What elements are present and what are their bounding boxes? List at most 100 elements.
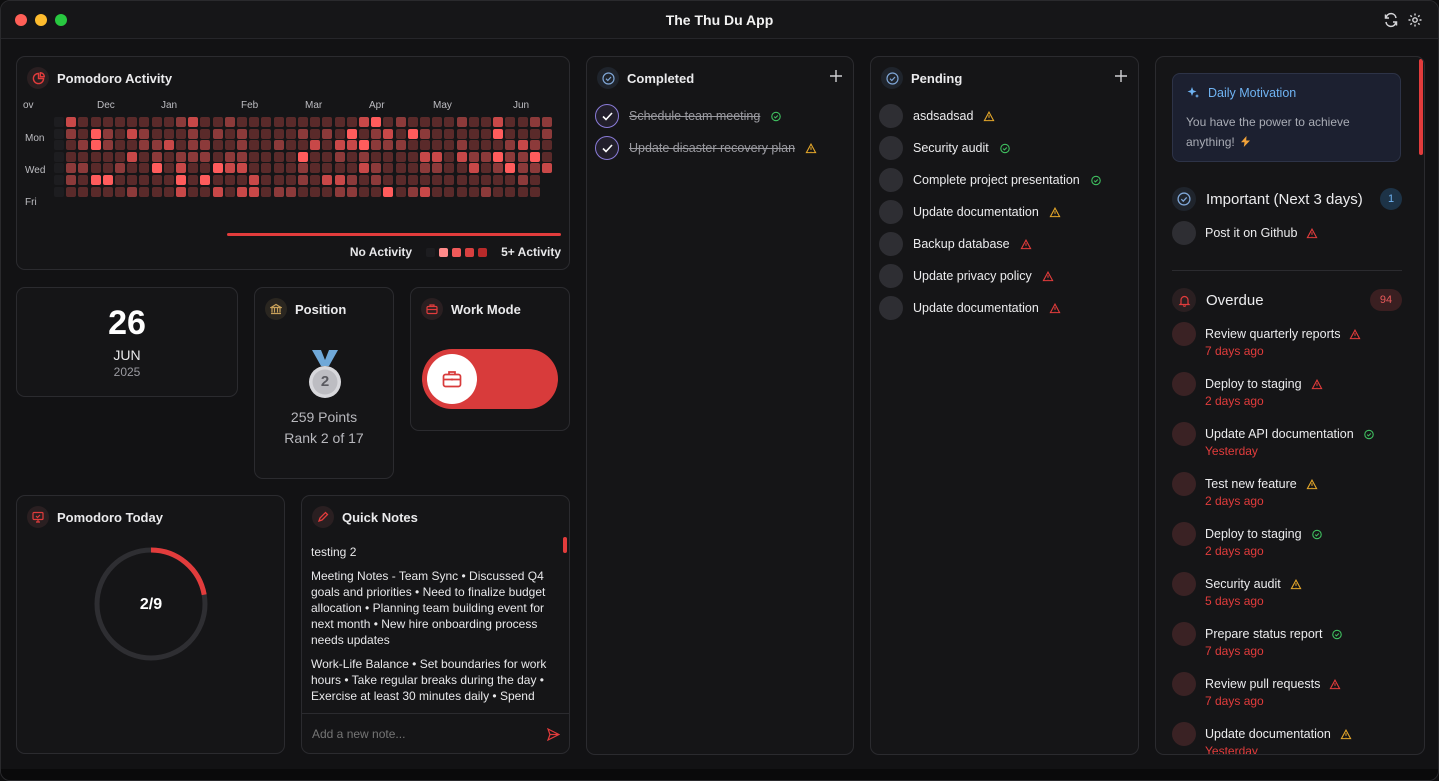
heatmap-cell[interactable] [493, 175, 504, 185]
note-item[interactable]: Meeting Notes - Team Sync • Discussed Q4… [311, 568, 557, 648]
heatmap-cell[interactable] [420, 163, 430, 174]
heatmap-cell[interactable] [322, 140, 333, 151]
heatmap-cell[interactable] [359, 140, 369, 151]
heatmap-cell[interactable] [115, 117, 125, 127]
heatmap-cell[interactable] [237, 128, 247, 139]
heatmap-cell[interactable] [481, 117, 491, 127]
heatmap-cell[interactable] [371, 186, 382, 197]
heatmap-cell[interactable] [298, 175, 308, 185]
heatmap-cell[interactable] [78, 186, 89, 197]
heatmap-cell[interactable] [395, 175, 406, 185]
heatmap-cell[interactable] [407, 151, 418, 162]
heatmap-cell[interactable] [163, 163, 174, 174]
heatmap-cell[interactable] [139, 151, 150, 162]
heatmap-cell[interactable] [273, 151, 284, 162]
heatmap-cell[interactable] [102, 117, 113, 127]
heatmap-cell[interactable] [298, 186, 308, 197]
heatmap-cell[interactable] [468, 175, 479, 185]
task-checkbox[interactable] [1172, 472, 1196, 496]
heatmap-cell[interactable] [285, 186, 296, 197]
heatmap-cell[interactable] [139, 128, 150, 139]
heatmap-cell[interactable] [151, 163, 162, 174]
heatmap-cell[interactable] [371, 128, 382, 139]
heatmap-cell[interactable] [285, 151, 296, 162]
heatmap-cell[interactable] [359, 186, 369, 197]
task-checkbox[interactable] [1172, 722, 1196, 746]
heatmap-cell[interactable] [188, 175, 199, 185]
heatmap-cell[interactable] [481, 151, 491, 162]
note-item[interactable]: testing 2 [311, 544, 557, 560]
heatmap-cell[interactable] [151, 186, 162, 197]
heatmap-cell[interactable] [517, 117, 528, 127]
heatmap-cell[interactable] [249, 175, 260, 185]
heatmap-cell[interactable] [529, 175, 540, 185]
heatmap-cell[interactable] [212, 151, 223, 162]
heatmap-cell[interactable] [407, 186, 418, 197]
overdue-task-item[interactable]: Update documentation Yesterday [1172, 722, 1402, 754]
completed-task-item[interactable]: Update disaster recovery plan [595, 136, 817, 160]
heatmap-cell[interactable] [456, 186, 467, 197]
heatmap-cell[interactable] [505, 117, 516, 127]
heatmap-cell[interactable] [200, 163, 211, 174]
heatmap-cell[interactable] [54, 175, 64, 185]
heatmap-cell[interactable] [261, 117, 272, 127]
pending-task-item[interactable]: Update documentation [879, 200, 1061, 224]
heatmap-cell[interactable] [151, 128, 162, 139]
pending-task-item[interactable]: Update privacy policy [879, 264, 1054, 288]
heatmap-cell[interactable] [176, 175, 186, 185]
heatmap-cell[interactable] [151, 151, 162, 162]
heatmap-cell[interactable] [395, 140, 406, 151]
heatmap-cell[interactable] [517, 175, 528, 185]
task-checkbox[interactable] [879, 136, 903, 160]
heatmap-cell[interactable] [54, 163, 64, 174]
heatmap-cell[interactable] [224, 151, 235, 162]
heatmap-cell[interactable] [310, 128, 321, 139]
heatmap-cell[interactable] [444, 151, 455, 162]
heatmap-cell[interactable] [322, 163, 333, 174]
heatmap-cell[interactable] [456, 163, 467, 174]
heatmap-cell[interactable] [102, 163, 113, 174]
heatmap-cell[interactable] [273, 140, 284, 151]
heatmap-cell[interactable] [285, 128, 296, 139]
heatmap-cell[interactable] [298, 151, 308, 162]
heatmap-cell[interactable] [188, 140, 199, 151]
heatmap-cell[interactable] [481, 128, 491, 139]
heatmap-cell[interactable] [395, 151, 406, 162]
heatmap-cell[interactable] [115, 175, 125, 185]
task-checkbox[interactable] [879, 104, 903, 128]
heatmap-cell[interactable] [505, 175, 516, 185]
heatmap-cell[interactable] [127, 175, 138, 185]
heatmap-cell[interactable] [505, 186, 516, 197]
heatmap-cell[interactable] [176, 140, 186, 151]
task-checkbox[interactable] [1172, 622, 1196, 646]
heatmap-cell[interactable] [78, 151, 89, 162]
heatmap-cell[interactable] [285, 175, 296, 185]
heatmap-cell[interactable] [298, 117, 308, 127]
heatmap-cell[interactable] [346, 186, 357, 197]
heatmap-cell[interactable] [90, 140, 101, 151]
heatmap-cell[interactable] [200, 128, 211, 139]
heatmap-cell[interactable] [310, 117, 321, 127]
heatmap-cell[interactable] [310, 151, 321, 162]
heatmap-cell[interactable] [212, 186, 223, 197]
heatmap-cell[interactable] [359, 117, 369, 127]
heatmap-cell[interactable] [90, 128, 101, 139]
task-checkbox[interactable] [879, 200, 903, 224]
heatmap-cell[interactable] [90, 186, 101, 197]
heatmap-cell[interactable] [151, 140, 162, 151]
refresh-icon[interactable] [1383, 12, 1399, 28]
heatmap-cell[interactable] [493, 186, 504, 197]
heatmap-cell[interactable] [542, 117, 552, 127]
heatmap-cell[interactable] [310, 186, 321, 197]
heatmap-cell[interactable] [127, 140, 138, 151]
heatmap-cell[interactable] [493, 117, 504, 127]
heatmap-cell[interactable] [78, 140, 89, 151]
heatmap-cell[interactable] [505, 151, 516, 162]
heatmap-cell[interactable] [334, 151, 345, 162]
heatmap-cell[interactable] [395, 117, 406, 127]
heatmap-cell[interactable] [127, 151, 138, 162]
heatmap-cell[interactable] [468, 140, 479, 151]
heatmap-cell[interactable] [298, 140, 308, 151]
heatmap-cell[interactable] [273, 186, 284, 197]
overdue-task-item[interactable]: Prepare status report 7 days ago [1172, 622, 1402, 658]
